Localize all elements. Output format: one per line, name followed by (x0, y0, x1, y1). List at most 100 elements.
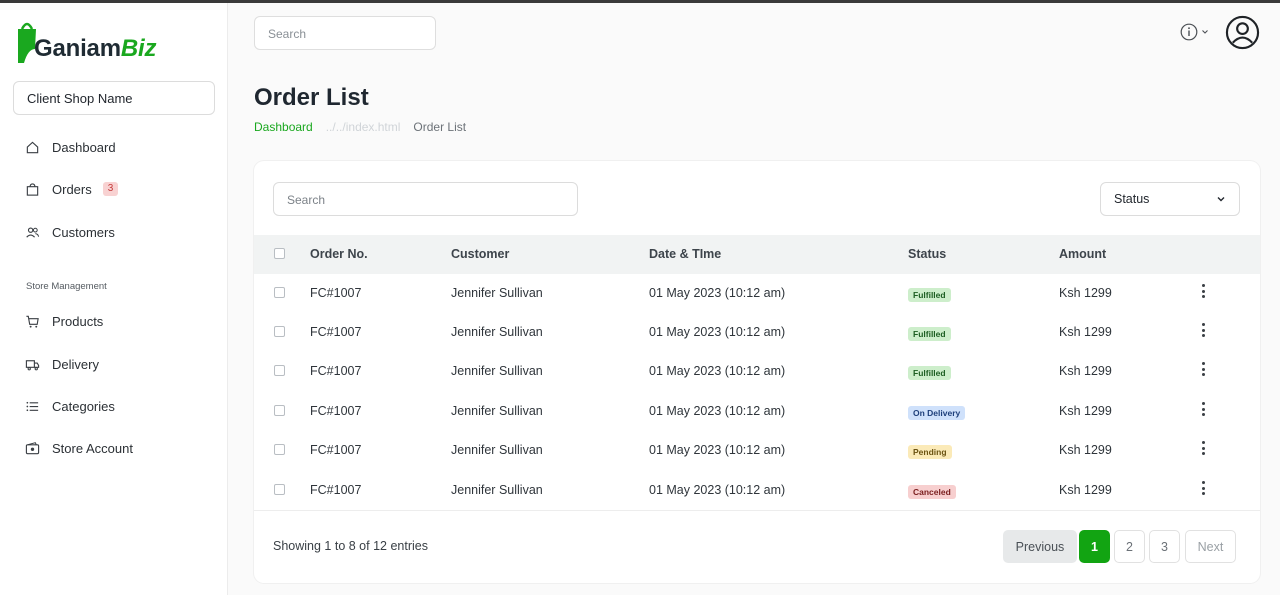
row-checkbox[interactable] (274, 484, 285, 495)
breadcrumb-current: Order List (413, 120, 467, 134)
more-options-icon[interactable] (1202, 284, 1206, 298)
order-amount: Ksh 1299 (1059, 325, 1112, 339)
sidebar: GaniamBiz Client Shop Name Dashboard Ord… (0, 3, 228, 595)
column-header-status[interactable]: Status (908, 247, 946, 261)
sidebar-item-label: Categories (52, 398, 115, 414)
row-checkbox[interactable] (274, 326, 285, 337)
sidebar-item-dashboard[interactable]: Dashboard (25, 136, 116, 158)
pagination-page-2[interactable]: 2 (1114, 530, 1145, 563)
logo-text-part1: Ganiam (34, 35, 121, 62)
sidebar-item-label: Delivery (52, 356, 99, 372)
sidebar-item-label: Customers (52, 224, 115, 240)
pagination-page-1[interactable]: 1 (1079, 530, 1110, 563)
column-header-customer[interactable]: Customer (451, 247, 509, 261)
shop-name-field[interactable]: Client Shop Name (13, 81, 215, 115)
more-options-icon[interactable] (1202, 323, 1206, 337)
order-date: 01 May 2023 (10:12 am) (649, 325, 786, 339)
customer-name: Jennifer Sullivan (451, 286, 543, 300)
logo-text-part2: Biz (120, 35, 157, 62)
order-date: 01 May 2023 (10:12 am) (649, 404, 786, 418)
orders-card: Search Status Order No. Customer Date & … (254, 161, 1260, 583)
pagination-next-button[interactable]: Next (1185, 530, 1236, 563)
order-amount: Ksh 1299 (1059, 286, 1112, 300)
table-row[interactable]: FC#1007 Jennifer Sullivan 01 May 2023 (10:… (254, 431, 1260, 470)
logo[interactable]: GaniamBiz (16, 15, 156, 63)
cart-icon (25, 314, 40, 329)
customer-name: Jennifer Sullivan (451, 404, 543, 418)
sidebar-item-store-account[interactable]: Store Account (25, 437, 133, 459)
status-badge: Fulfilled (908, 288, 951, 302)
info-icon (1180, 23, 1198, 41)
row-checkbox[interactable] (274, 287, 285, 298)
bag-icon (25, 182, 40, 197)
order-date: 01 May 2023 (10:12 am) (649, 483, 786, 497)
table-search-input[interactable]: Search (273, 182, 578, 216)
table-row[interactable]: FC#1007 Jennifer Sullivan 01 May 2023 (10:… (254, 313, 1260, 352)
help-menu[interactable] (1180, 23, 1209, 41)
sidebar-item-label: Orders (52, 181, 92, 197)
pagination-page-3[interactable]: 3 (1149, 530, 1180, 563)
more-options-icon[interactable] (1202, 441, 1206, 455)
pagination-previous-button[interactable]: Previous (1003, 530, 1077, 563)
status-badge: Fulfilled (908, 327, 951, 341)
sidebar-item-label: Products (52, 313, 104, 329)
status-badge: Canceled (908, 485, 956, 499)
sidebar-item-categories[interactable]: Categories (25, 395, 115, 417)
order-date: 01 May 2023 (10:12 am) (649, 286, 786, 300)
breadcrumb-home-link[interactable]: Dashboard (254, 120, 313, 134)
row-checkbox[interactable] (274, 405, 285, 416)
chevron-down-icon (1217, 197, 1225, 202)
header-search-input[interactable]: Search (254, 16, 436, 50)
entries-info: Showing 1 to 8 of 12 entries (273, 539, 428, 553)
order-number: FC#1007 (310, 286, 362, 300)
order-number: FC#1007 (310, 364, 362, 378)
chevron-down-icon (1202, 30, 1208, 34)
order-number: FC#1007 (310, 443, 362, 457)
order-date: 01 May 2023 (10:12 am) (649, 443, 786, 457)
status-filter-label: Status (1114, 192, 1150, 206)
wallet-icon (25, 441, 40, 456)
more-options-icon[interactable] (1202, 481, 1206, 495)
list-icon (25, 399, 40, 414)
more-options-icon[interactable] (1202, 362, 1206, 376)
column-header-amount[interactable]: Amount (1059, 247, 1106, 261)
row-checkbox[interactable] (274, 365, 285, 376)
sidebar-item-customers[interactable]: Customers (25, 221, 115, 243)
order-number: FC#1007 (310, 483, 362, 497)
order-number: FC#1007 (310, 325, 362, 339)
status-filter-select[interactable]: Status (1100, 182, 1240, 216)
customer-name: Jennifer Sullivan (451, 364, 543, 378)
store-management-heading: Store Management (26, 281, 107, 292)
status-badge: Pending (908, 445, 952, 459)
column-header-date[interactable]: Date & TIme (649, 247, 721, 261)
sidebar-item-orders[interactable]: Orders 3 (25, 178, 119, 200)
more-options-icon[interactable] (1202, 402, 1206, 416)
select-all-checkbox[interactable] (274, 248, 285, 259)
sidebar-item-label: Dashboard (52, 139, 116, 155)
customer-name: Jennifer Sullivan (451, 325, 543, 339)
logo-text: GaniamBiz (34, 35, 156, 63)
page-title: Order List (254, 84, 369, 111)
sidebar-item-label: Store Account (52, 440, 133, 456)
row-checkbox[interactable] (274, 444, 285, 455)
sidebar-item-delivery[interactable]: Delivery (25, 353, 99, 375)
table-row[interactable]: FC#1007 Jennifer Sullivan 01 May 2023 (10:… (254, 392, 1260, 431)
home-icon (25, 140, 40, 155)
column-header-order[interactable]: Order No. (310, 247, 368, 261)
users-icon (25, 225, 40, 240)
table-row[interactable]: FC#1007 Jennifer Sullivan 01 May 2023 (10:… (254, 274, 1260, 313)
status-badge: On Delivery (908, 406, 966, 420)
user-avatar-icon (1225, 15, 1260, 50)
order-amount: Ksh 1299 (1059, 483, 1112, 497)
order-amount: Ksh 1299 (1059, 364, 1112, 378)
breadcrumb-middle-link[interactable]: ../../index.html (326, 120, 401, 134)
breadcrumb: Dashboard ../../index.html Order List (254, 120, 466, 134)
table-row[interactable]: FC#1007 Jennifer Sullivan 01 May 2023 (10:… (254, 352, 1260, 391)
user-avatar[interactable] (1225, 15, 1260, 55)
orders-count-badge: 3 (102, 182, 119, 196)
order-amount: Ksh 1299 (1059, 443, 1112, 457)
table-row[interactable]: FC#1007 Jennifer Sullivan 01 May 2023 (10:… (254, 471, 1260, 510)
customer-name: Jennifer Sullivan (451, 443, 543, 457)
sidebar-item-products[interactable]: Products (25, 310, 103, 332)
order-date: 01 May 2023 (10:12 am) (649, 364, 786, 378)
